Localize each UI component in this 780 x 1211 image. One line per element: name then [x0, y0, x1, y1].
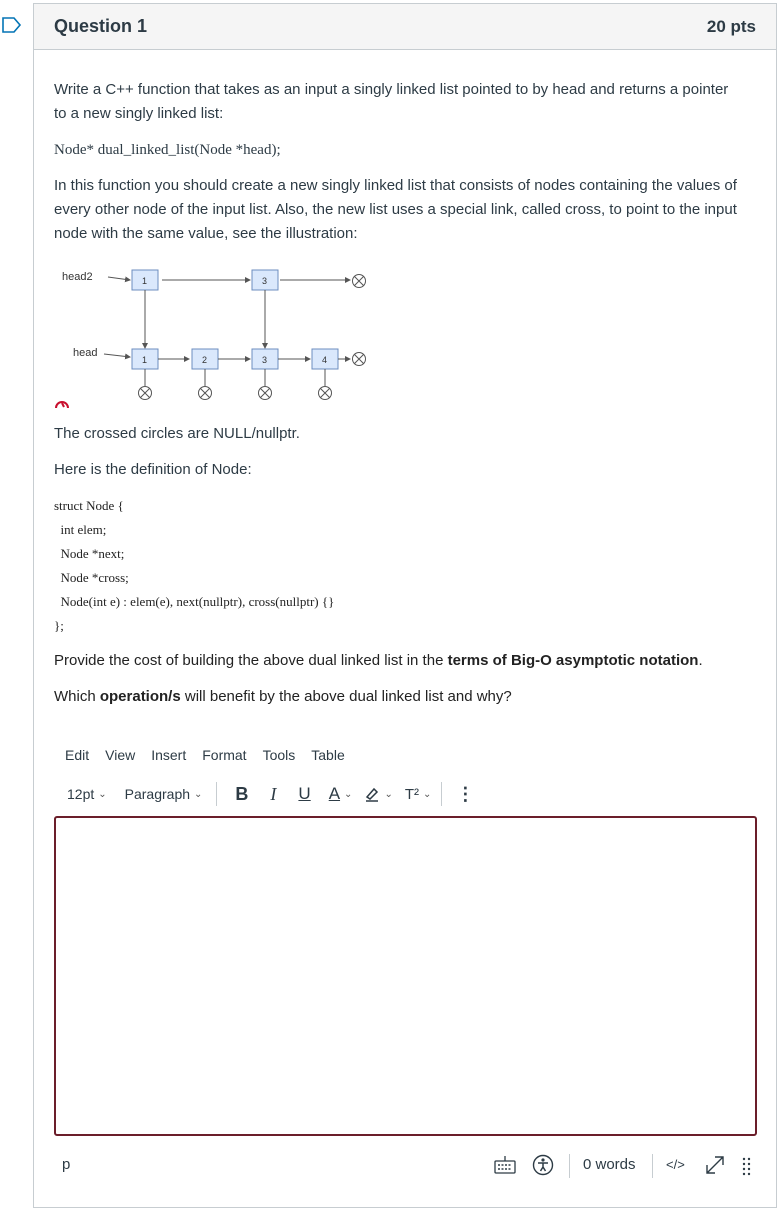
code-line: struct Node {	[54, 498, 124, 513]
code-line: Node(int e) : elem(e), next(nullptr), cr…	[54, 594, 335, 609]
bold-button[interactable]: B	[235, 784, 248, 805]
function-signature: Node* dual_linked_list(Node *head);	[54, 142, 281, 158]
chevron-down-icon: ⌄	[384, 788, 393, 800]
question-points: 20 pts	[706, 16, 756, 36]
question-header: Question 1 20 pts	[34, 4, 776, 50]
bottom-node-3-label: 3	[262, 355, 267, 365]
keyboard-shortcuts-icon[interactable]	[494, 1155, 516, 1175]
menu-tools[interactable]: Tools	[263, 747, 296, 763]
text-color-icon: A	[328, 784, 341, 803]
block-format-select[interactable]: Paragraph ⌄	[125, 786, 203, 802]
bottom-node-2-label: 2	[202, 355, 207, 365]
cost-question: Provide the cost of building the above d…	[54, 649, 774, 673]
cost-question-prefix: Provide the cost of building the above d…	[54, 652, 448, 669]
operations-question: Which operation/s will benefit by the ab…	[54, 685, 512, 709]
code-line: int elem;	[54, 522, 107, 537]
editor-toolbar: 12pt ⌄ Paragraph ⌄ B I U A ⌄ ⌄ T² ⌄ ⋮	[67, 782, 474, 806]
operations-question-prefix: Which	[54, 688, 100, 705]
head2-label: head2	[62, 271, 93, 283]
accessibility-checker-icon[interactable]	[532, 1154, 554, 1176]
font-size-value: 12pt	[67, 786, 95, 802]
menu-insert[interactable]: Insert	[151, 747, 186, 763]
statusbar-separator	[652, 1154, 653, 1178]
chevron-down-icon: ⌄	[98, 788, 107, 800]
menu-view[interactable]: View	[105, 747, 135, 763]
menu-table[interactable]: Table	[311, 747, 344, 763]
chevron-down-icon: ⌄	[423, 788, 432, 800]
cost-question-suffix: .	[698, 652, 703, 669]
toolbar-separator	[216, 782, 218, 806]
head-label: head	[73, 347, 97, 359]
underline-button[interactable]: U	[298, 784, 310, 804]
text-color-button[interactable]: A ⌄	[329, 784, 353, 804]
editor-statusbar: p 0 words </>	[54, 1152, 764, 1180]
fullscreen-icon[interactable]	[704, 1154, 726, 1176]
question-title: Question 1	[54, 16, 148, 36]
chevron-down-icon: ⌄	[344, 788, 353, 800]
editor-content[interactable]	[56, 818, 755, 834]
cost-question-emphasis: terms of Big-O asymptotic notation	[447, 652, 699, 669]
menu-format[interactable]: Format	[202, 747, 246, 763]
flag-question-icon[interactable]	[2, 17, 22, 33]
editor-menubar: Edit View Insert Format Tools Table	[65, 747, 345, 763]
code-line: Node *next;	[54, 546, 125, 561]
word-count: 0 words	[583, 1156, 636, 1173]
crossed-circles-note: The crossed circles are NULL/nullptr.	[54, 425, 300, 442]
code-line: Node *cross;	[54, 570, 129, 585]
menu-edit[interactable]: Edit	[65, 747, 89, 763]
superscript-button[interactable]: T² ⌄	[405, 786, 432, 803]
highlight-color-button[interactable]: ⌄	[364, 786, 393, 802]
bottom-node-4-label: 4	[322, 355, 327, 365]
linked-list-diagram: head2 head 1 3 1 2 3 4	[62, 269, 366, 400]
highlighter-icon	[366, 787, 379, 802]
question-text-description: In this function you should create a new…	[54, 177, 737, 242]
operations-question-emphasis: operation/s	[99, 688, 181, 705]
operations-question-suffix: will benefit by the above dual linked li…	[180, 688, 512, 705]
top-node-3-label: 3	[262, 276, 267, 286]
question-card: Question 1 20 pts Write a C++ function t…	[33, 3, 777, 1208]
toolbar-separator	[441, 782, 443, 806]
rich-text-editor[interactable]	[54, 816, 757, 1136]
bottom-node-1-label: 1	[142, 355, 147, 365]
statusbar-separator	[569, 1154, 570, 1178]
definition-intro: Here is the definition of Node:	[54, 461, 252, 478]
element-path[interactable]: p	[62, 1156, 70, 1173]
superscript-icon: T²	[404, 785, 419, 803]
chevron-down-icon: ⌄	[194, 788, 203, 800]
more-options-icon[interactable]: ⋮	[456, 784, 474, 805]
html-editor-toggle[interactable]: </>	[666, 1157, 685, 1172]
resize-handle-icon[interactable]	[742, 1156, 752, 1176]
question-text-intro: Write a C++ function that takes as an in…	[54, 81, 729, 122]
broken-image-icon[interactable]	[54, 396, 70, 410]
font-size-select[interactable]: 12pt ⌄	[67, 786, 107, 802]
italic-button[interactable]: I	[270, 784, 276, 805]
top-node-1-label: 1	[142, 276, 147, 286]
code-line: };	[54, 618, 64, 633]
block-format-value: Paragraph	[124, 786, 191, 802]
